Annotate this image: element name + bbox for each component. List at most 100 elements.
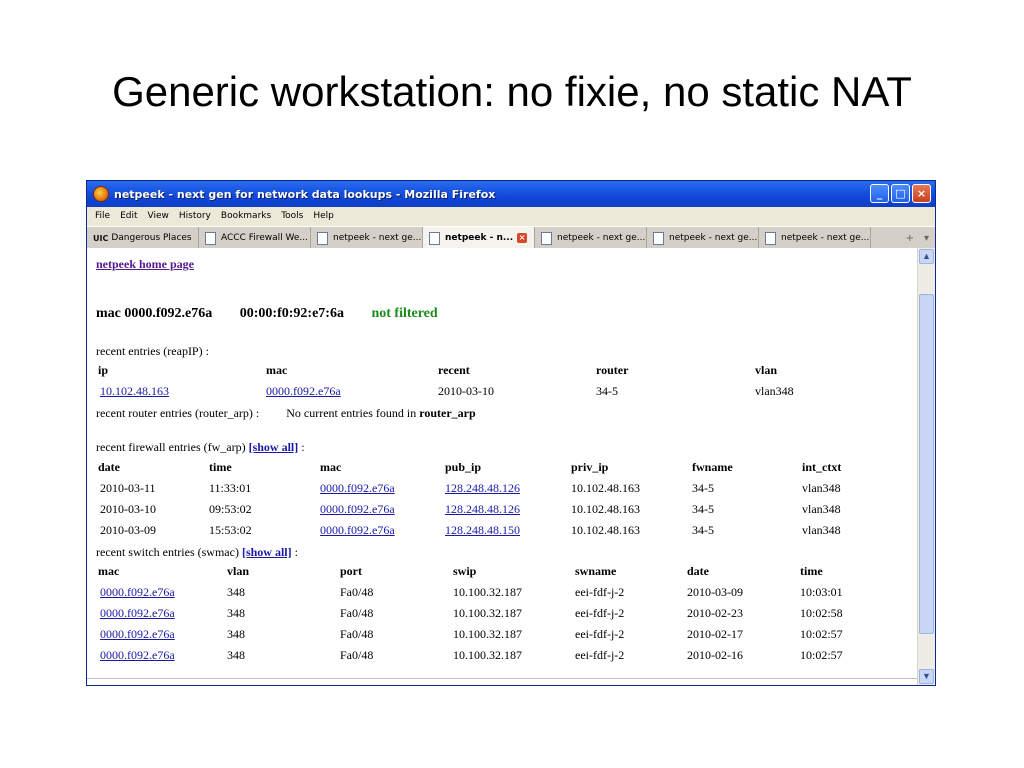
priv-ip-cell: 10.102.48.163 (571, 481, 640, 495)
menu-view[interactable]: View (148, 211, 169, 221)
scroll-thumb[interactable] (919, 294, 934, 634)
tab-netpeek-4[interactable]: netpeek - next ge... (759, 227, 871, 249)
column-header: recent (438, 363, 470, 377)
time-cell: 09:53:02 (209, 502, 252, 516)
table-row: 0000.f092.e76a 348 Fa0/48 10.100.32.187 … (96, 648, 906, 669)
filter-status: not filtered (371, 306, 438, 321)
tab-netpeek-1[interactable]: netpeek - next ge... (311, 227, 423, 249)
tab-label: netpeek - n... (445, 233, 514, 243)
port-cell: Fa0/48 (340, 585, 374, 599)
time-cell: 15:53:02 (209, 523, 252, 537)
mac-link[interactable]: 0000.f092.e76a (266, 384, 341, 399)
mac-link[interactable]: 0000.f092.e76a (320, 481, 395, 496)
pub-ip-link[interactable]: 128.248.48.126 (445, 481, 520, 496)
mac-link[interactable]: 0000.f092.e76a (320, 502, 395, 517)
tab-close-icon[interactable]: × (517, 233, 528, 243)
time-cell: 10:02:58 (800, 606, 843, 620)
date-cell: 2010-03-11 (100, 481, 156, 495)
new-tab-icon[interactable]: + (906, 233, 914, 244)
int-ctxt-cell: vlan348 (802, 523, 841, 537)
minimize-button[interactable]: _ (870, 184, 889, 203)
window-controls: _ □ × (870, 184, 931, 203)
tab-label: netpeek - next ge... (781, 233, 870, 243)
menu-tools[interactable]: Tools (281, 211, 303, 221)
scroll-up-icon[interactable]: ▲ (919, 249, 934, 264)
swip-cell: 10.100.32.187 (453, 585, 522, 599)
menu-edit[interactable]: Edit (120, 211, 137, 221)
mac-link[interactable]: 0000.f092.e76a (100, 648, 175, 663)
mac-link[interactable]: 0000.f092.e76a (320, 523, 395, 538)
vlan-cell: vlan348 (755, 384, 794, 398)
scroll-down-icon[interactable]: ▼ (919, 669, 934, 684)
date-cell: 2010-03-09 (687, 585, 743, 599)
table-row: 0000.f092.e76a 348 Fa0/48 10.100.32.187 … (96, 627, 906, 648)
column-header: fwname (692, 460, 733, 474)
sw-show-all-link[interactable]: [show all] (242, 545, 292, 559)
vertical-scrollbar[interactable]: ▲ ▼ (917, 248, 935, 685)
page-icon (765, 231, 776, 245)
mac-link[interactable]: 0000.f092.e76a (100, 627, 175, 642)
vlan-cell: 348 (227, 585, 245, 599)
fwname-cell: 34-5 (692, 502, 714, 516)
reapip-title: recent entries (reapIP) : (96, 344, 209, 358)
time-cell: 10:03:01 (800, 585, 843, 599)
column-header: router (596, 363, 629, 377)
column-header: swname (575, 564, 617, 578)
close-button[interactable]: × (912, 184, 931, 203)
swname-cell: eei-fdf-j-2 (575, 606, 625, 620)
fwname-cell: 34-5 (692, 481, 714, 495)
tab-label: Dangerous Places (111, 233, 192, 243)
mac-colon: 00:00:f0:92:e7:6a (239, 306, 344, 321)
table-header: mac vlan port swip swname date time (96, 564, 906, 585)
fw-arp-title: recent firewall entries (fw_arp) (96, 440, 246, 454)
mac-link[interactable]: 0000.f092.e76a (100, 585, 175, 600)
date-cell: 2010-03-10 (100, 502, 156, 516)
swname-cell: eei-fdf-j-2 (575, 627, 625, 641)
firefox-icon (93, 186, 109, 202)
pub-ip-link[interactable]: 128.248.48.150 (445, 523, 520, 538)
port-cell: Fa0/48 (340, 627, 374, 641)
page-icon (541, 231, 552, 245)
page-icon (317, 231, 328, 245)
fw-show-all-link[interactable]: [show all] (249, 440, 299, 454)
date-cell: 2010-03-09 (100, 523, 156, 537)
menu-file[interactable]: File (95, 211, 110, 221)
tab-netpeek-3[interactable]: netpeek - next ge... (647, 227, 759, 249)
tab-accc-firewall[interactable]: ACCC Firewall We... (199, 227, 311, 249)
tab-netpeek-2[interactable]: netpeek - next ge... (535, 227, 647, 249)
mac-link[interactable]: 0000.f092.e76a (100, 606, 175, 621)
pub-ip-link[interactable]: 128.248.48.126 (445, 502, 520, 517)
menu-history[interactable]: History (179, 211, 211, 221)
fw-arp-table: date time mac pub_ip priv_ip fwname int_… (96, 460, 906, 544)
priv-ip-cell: 10.102.48.163 (571, 502, 640, 516)
tab-label: netpeek - next ge... (333, 233, 422, 243)
vlan-cell: 348 (227, 606, 245, 620)
column-header: priv_ip (571, 460, 609, 474)
home-page-link[interactable]: netpeek home page (96, 257, 194, 272)
fw-arp-section: recent firewall entries (fw_arp) [show a… (96, 440, 305, 455)
menu-bookmarks[interactable]: Bookmarks (221, 211, 271, 221)
column-header: port (340, 564, 362, 578)
tab-netpeek-active[interactable]: netpeek - n... × (423, 227, 535, 249)
reapip-table: ip mac recent router vlan 10.102.48.163 … (96, 363, 906, 405)
menu-help[interactable]: Help (313, 211, 334, 221)
fw-arp-colon: : (301, 440, 305, 454)
column-header: ip (98, 363, 109, 377)
maximize-button[interactable]: □ (891, 184, 910, 203)
port-cell: Fa0/48 (340, 648, 374, 662)
tab-list-icon[interactable]: ▾ (924, 233, 929, 244)
column-header: time (209, 460, 232, 474)
page-content: netpeek home page mac 0000.f092.e76a 00:… (87, 248, 917, 685)
title-bar[interactable]: netpeek - next gen for network data look… (87, 181, 935, 207)
column-header: date (687, 564, 709, 578)
tab-dangerous-places[interactable]: UIC Dangerous Places (87, 227, 199, 249)
router-arp-section: recent router entries (router_arp) : No … (96, 406, 476, 421)
swip-cell: 10.100.32.187 (453, 648, 522, 662)
ip-link[interactable]: 10.102.48.163 (100, 384, 169, 399)
column-header: vlan (755, 363, 778, 377)
page-icon (429, 231, 440, 245)
table-header: ip mac recent router vlan (96, 363, 906, 384)
vlan-cell: 348 (227, 648, 245, 662)
router-cell: 34-5 (596, 384, 618, 398)
slide-title: Generic workstation: no fixie, no static… (112, 68, 912, 115)
